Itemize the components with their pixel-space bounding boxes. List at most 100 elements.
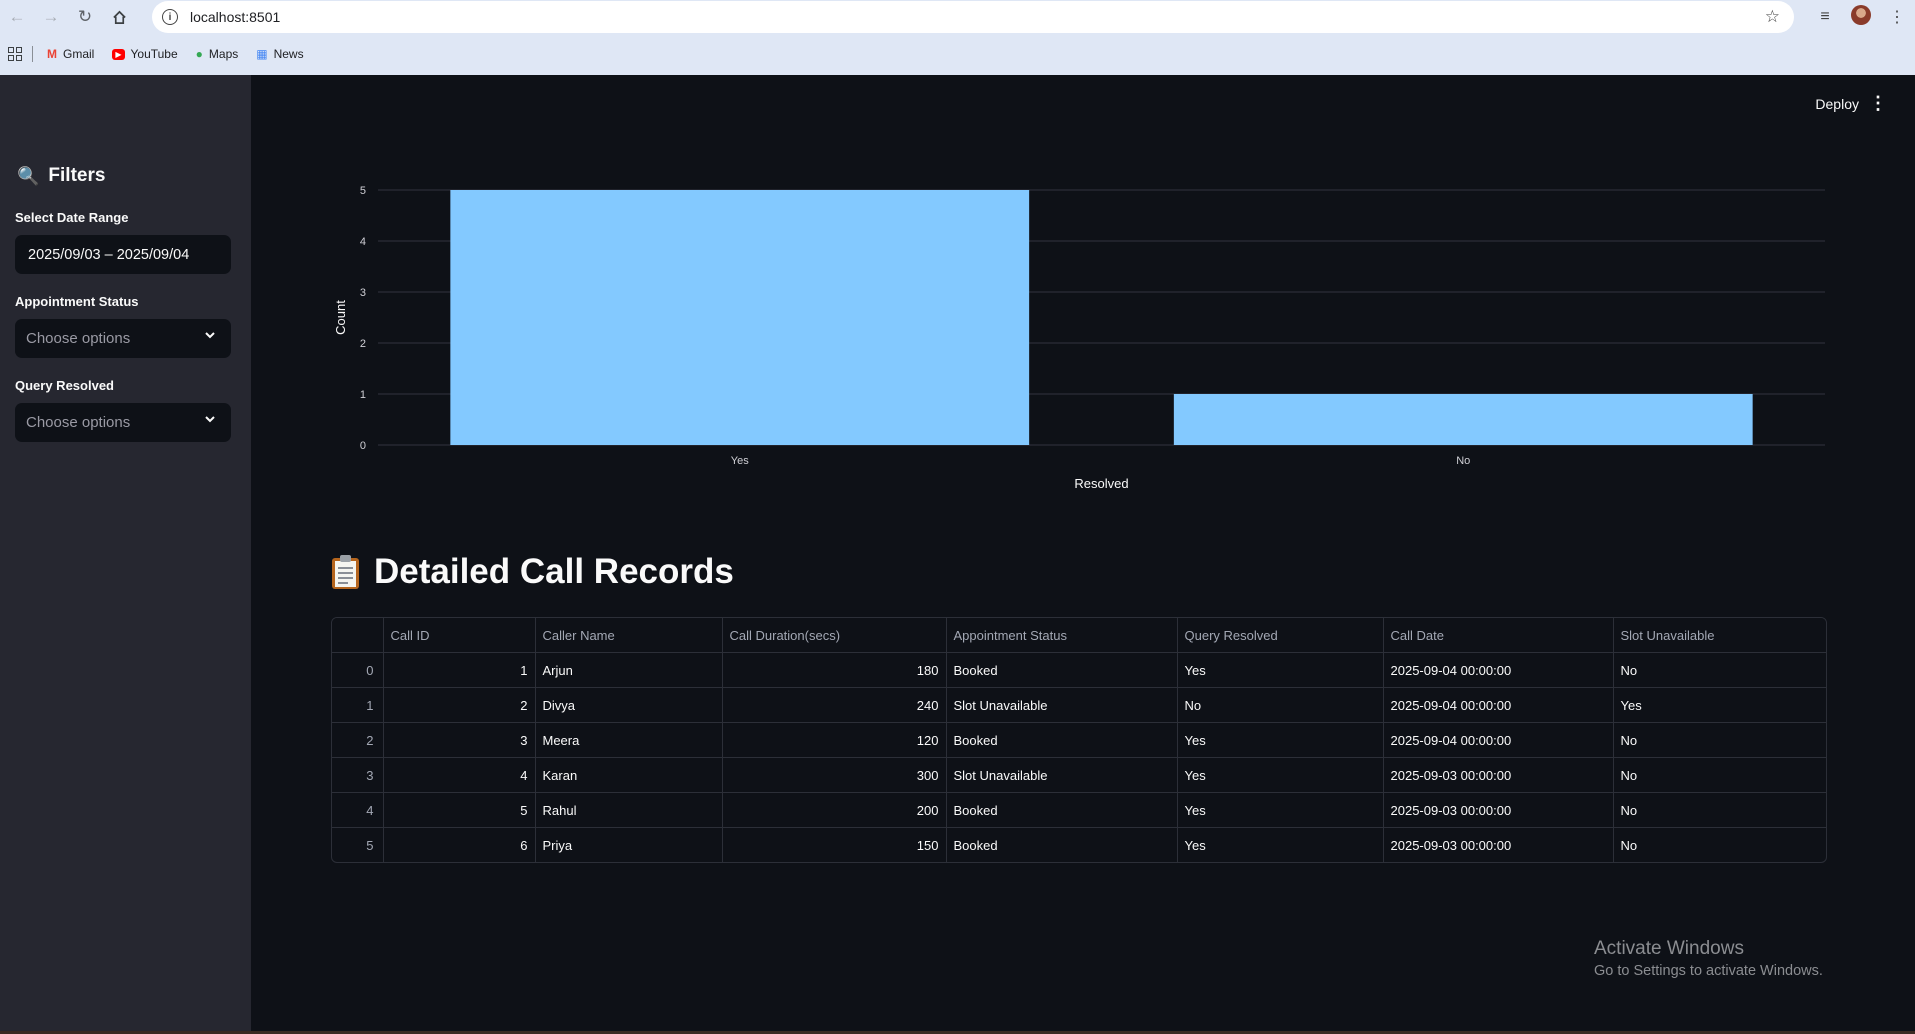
table-cell[interactable]: Slot Unavailable — [946, 687, 1178, 723]
column-header[interactable]: Caller Name — [535, 618, 723, 653]
table-cell[interactable]: 200 — [722, 792, 947, 828]
column-header[interactable] — [332, 618, 384, 653]
bookmark-star-icon[interactable]: ☆ — [1765, 7, 1780, 27]
table-row[interactable]: 1 2 Divya 240 Slot Unavailable No 2025-09-04 0… — [332, 687, 1826, 723]
y-tick-label: 0 — [360, 440, 366, 452]
table-cell[interactable]: Priya — [535, 827, 723, 862]
bar — [1173, 394, 1753, 445]
table-cell[interactable]: 180 — [722, 652, 947, 688]
table-header-row: Call ID Caller Name Call Duration(secs) … — [332, 618, 1826, 653]
section-title-text: Detailed Call Records — [374, 552, 734, 591]
bookmarks-divider — [32, 46, 33, 62]
date-range-value[interactable]: 2025/09/03 – 2025/09/04 — [28, 247, 189, 263]
column-header[interactable]: Call Duration(secs) — [722, 618, 947, 653]
media-controls-icon[interactable]: ≡ — [1807, 8, 1843, 26]
bookmark-news[interactable]: ▦ News — [256, 47, 303, 61]
table-cell[interactable]: Meera — [535, 722, 723, 758]
address-bar[interactable]: i localhost:8501 ☆ — [152, 1, 1794, 33]
site-info-icon[interactable]: i — [162, 9, 178, 25]
row-index[interactable]: 3 — [332, 757, 384, 793]
row-index[interactable]: 1 — [332, 687, 384, 723]
table-cell[interactable]: 240 — [722, 687, 947, 723]
bookmark-maps[interactable]: ● Maps — [196, 47, 239, 61]
table-cell[interactable]: 2025-09-03 00:00:00 — [1383, 792, 1614, 828]
reload-icon[interactable]: ↻ — [68, 0, 102, 34]
row-index[interactable]: 4 — [332, 792, 384, 828]
deploy-button[interactable]: Deploy — [1815, 96, 1859, 112]
column-header[interactable]: Appointment Status — [946, 618, 1178, 653]
apps-grid-icon[interactable] — [8, 47, 22, 61]
table-cell[interactable]: No — [1613, 757, 1826, 793]
call-records-table[interactable]: Call ID Caller Name Call Duration(secs) … — [331, 617, 1827, 863]
table-cell[interactable]: No — [1613, 652, 1826, 688]
bookmark-youtube[interactable]: ▶ YouTube — [112, 47, 178, 61]
table-cell[interactable]: 2025-09-04 00:00:00 — [1383, 687, 1614, 723]
y-tick-label: 2 — [360, 338, 366, 350]
table-cell[interactable]: Yes — [1177, 722, 1384, 758]
date-range-input[interactable]: 2025/09/03 – 2025/09/04 — [15, 235, 231, 274]
table-row[interactable]: 0 1 Arjun 180 Booked Yes 2025-09-04 00:00:00 No — [332, 652, 1826, 688]
table-cell[interactable]: Yes — [1177, 792, 1384, 828]
back-icon[interactable]: ← — [0, 0, 34, 34]
app-menu-icon[interactable]: ⋮ — [1869, 94, 1887, 112]
table-cell[interactable]: Divya — [535, 687, 723, 723]
table-cell[interactable]: 1 — [383, 652, 536, 688]
chevron-down-icon[interactable] — [203, 328, 217, 342]
table-cell[interactable]: Yes — [1177, 652, 1384, 688]
table-cell[interactable]: No — [1613, 828, 1826, 863]
table-cell[interactable]: Yes — [1613, 687, 1826, 723]
table-cell[interactable]: 2025-09-04 00:00:00 — [1383, 722, 1614, 758]
browser-menu-icon[interactable]: ⋮ — [1879, 7, 1915, 27]
table-cell[interactable]: Yes — [1177, 757, 1384, 793]
home-icon[interactable] — [102, 0, 136, 34]
x-axis-label: Resolved — [1074, 476, 1128, 491]
column-header[interactable]: Call ID — [383, 618, 536, 653]
table-cell[interactable]: 4 — [383, 757, 536, 793]
table-cell[interactable]: Booked — [946, 792, 1178, 828]
table-cell[interactable]: Yes — [1177, 827, 1384, 862]
chevron-down-icon[interactable] — [203, 412, 217, 426]
table-cell[interactable]: 2025-09-04 00:00:00 — [1383, 652, 1614, 688]
table-cell[interactable]: Booked — [946, 827, 1178, 862]
column-header[interactable]: Query Resolved — [1177, 618, 1384, 653]
row-index[interactable]: 5 — [332, 827, 384, 862]
table-cell[interactable]: No — [1177, 687, 1384, 723]
table-cell[interactable]: Rahul — [535, 792, 723, 828]
table-cell[interactable]: Booked — [946, 652, 1178, 688]
table-cell[interactable]: 3 — [383, 722, 536, 758]
url-text[interactable]: localhost:8501 — [190, 9, 280, 25]
row-index[interactable]: 2 — [332, 722, 384, 758]
column-header[interactable]: Call Date — [1383, 618, 1614, 653]
table-cell[interactable]: 150 — [722, 827, 947, 862]
news-icon: ▦ — [256, 47, 268, 61]
forward-icon[interactable]: → — [34, 0, 68, 34]
table-cell[interactable]: Karan — [535, 757, 723, 793]
table-cell[interactable]: Slot Unavailable — [946, 757, 1178, 793]
column-header[interactable]: Slot Unavailable — [1613, 618, 1826, 653]
table-cell[interactable]: Booked — [946, 722, 1178, 758]
table-cell[interactable]: 6 — [383, 827, 536, 862]
profile-avatar[interactable] — [1843, 4, 1879, 30]
query-resolved-select[interactable]: Choose options — [15, 403, 231, 442]
table-cell[interactable]: 300 — [722, 757, 947, 793]
table-cell[interactable]: 2 — [383, 687, 536, 723]
table-cell[interactable]: No — [1613, 722, 1826, 758]
table-row[interactable]: 2 3 Meera 120 Booked Yes 2025-09-04 00:00:00 No — [332, 722, 1826, 758]
table-cell[interactable]: 2025-09-03 00:00:00 — [1383, 757, 1614, 793]
appointment-status-select[interactable]: Choose options — [15, 319, 231, 358]
filters-title-text: Filters — [48, 165, 106, 186]
table-cell[interactable]: 2025-09-03 00:00:00 — [1383, 827, 1614, 862]
y-tick-label: 4 — [360, 236, 366, 248]
date-range-label: Select Date Range — [15, 210, 129, 225]
table-row[interactable]: 5 6 Priya 150 Booked Yes 2025-09-03 00:00:00 No — [332, 827, 1826, 863]
table-cell[interactable]: 5 — [383, 792, 536, 828]
bookmark-gmail[interactable]: M Gmail — [47, 47, 94, 61]
table-cell[interactable]: Arjun — [535, 652, 723, 688]
table-row[interactable]: 3 4 Karan 300 Slot Unavailable Yes 2025-09-03 … — [332, 757, 1826, 793]
table-row[interactable]: 4 5 Rahul 200 Booked Yes 2025-09-03 00:00:00 No — [332, 792, 1826, 828]
table-cell[interactable]: 120 — [722, 722, 947, 758]
section-title: Detailed Call Records — [331, 552, 734, 592]
table-cell[interactable]: No — [1613, 792, 1826, 828]
appointment-status-placeholder: Choose options — [26, 330, 131, 347]
row-index[interactable]: 0 — [332, 652, 384, 688]
